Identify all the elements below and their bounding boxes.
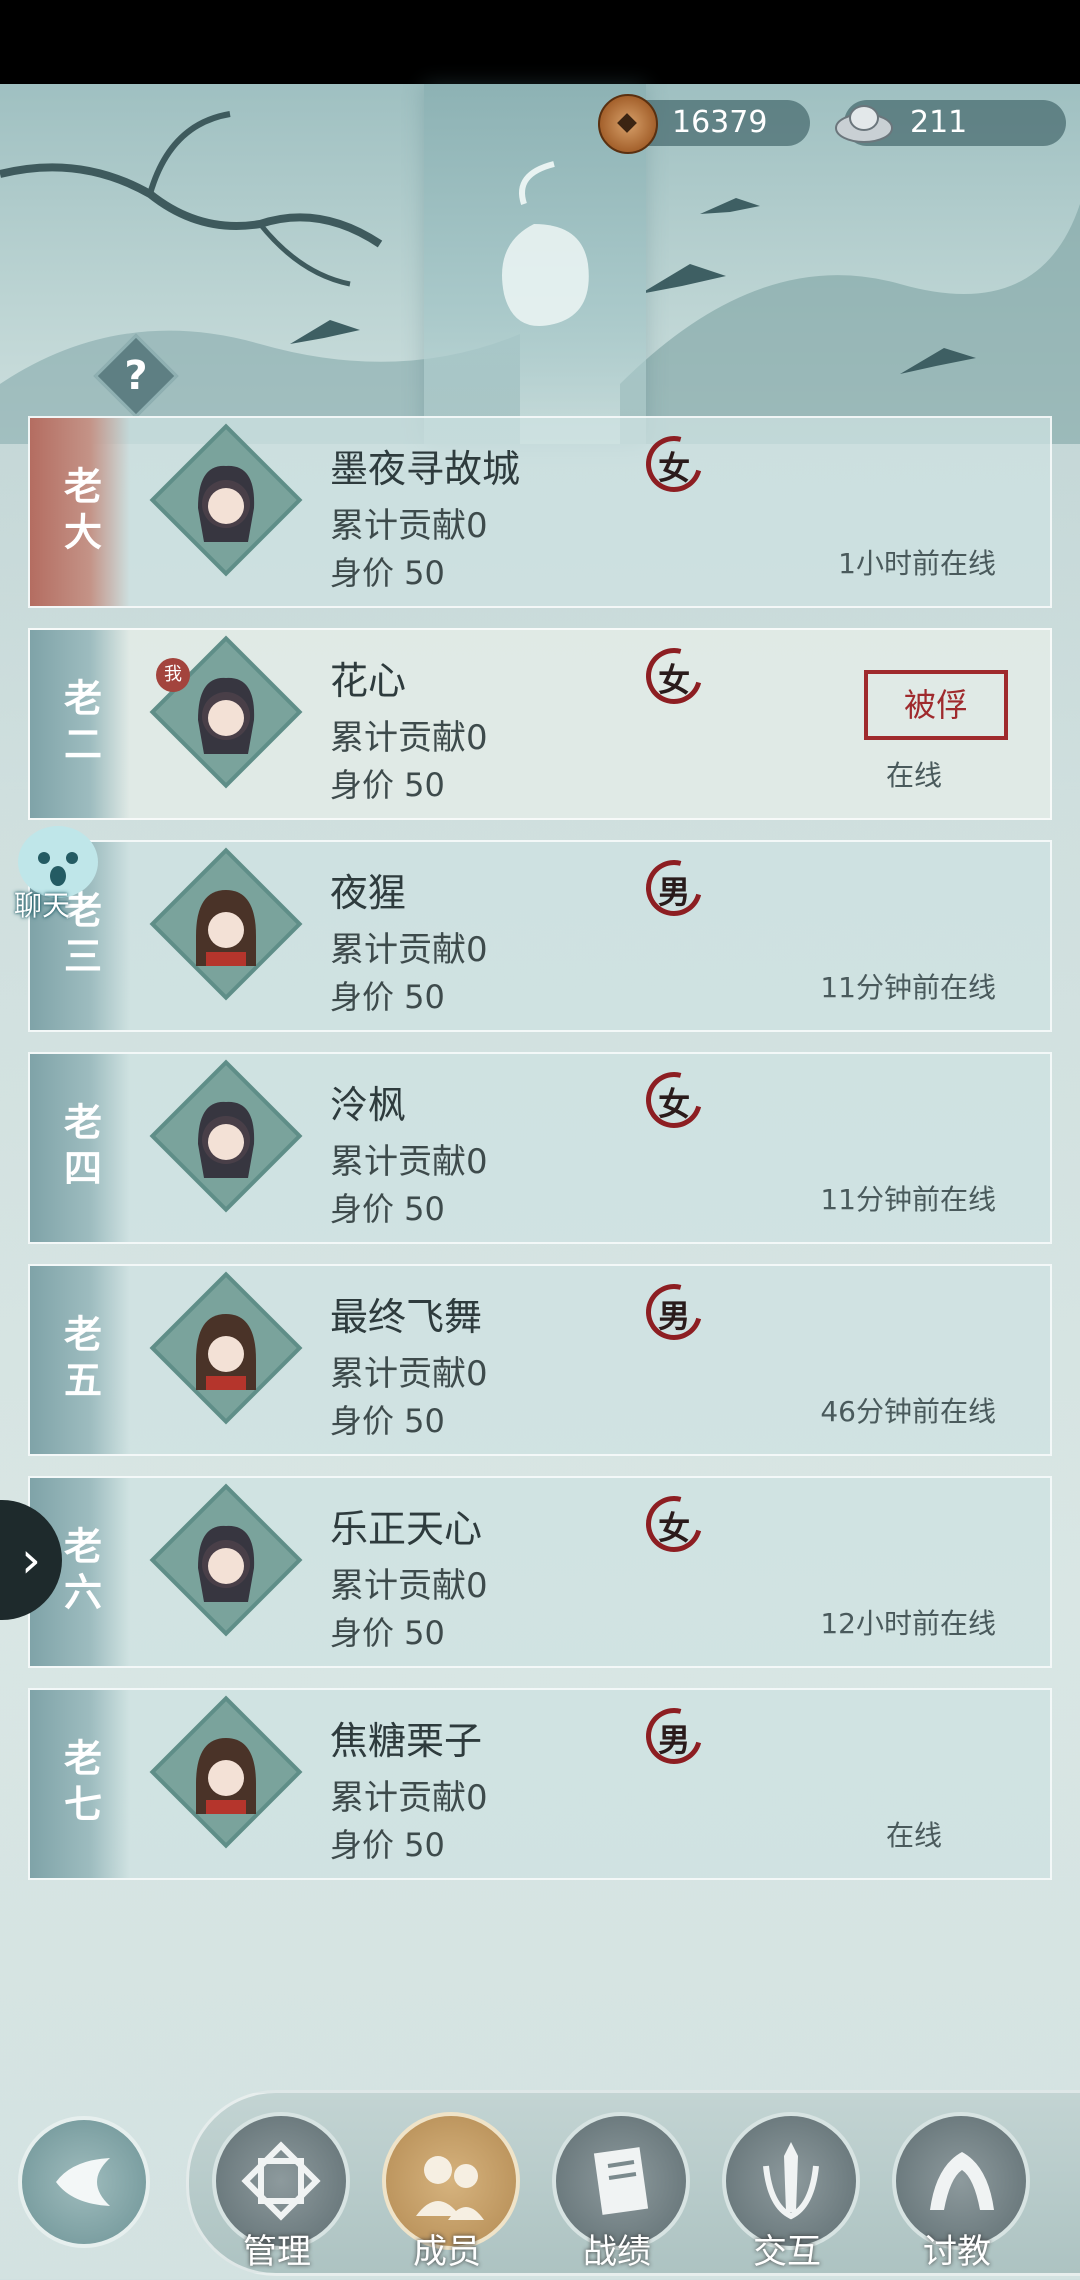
member-contribution: 累计贡献0 [330,1778,488,1818]
member-price: 身价 50 [330,1402,445,1440]
nav-members-label: 成员 [413,2232,481,2272]
rank-label: 老二 [30,630,130,818]
online-status: 11分钟前在线 [820,1183,996,1216]
online-status: 1小时前在线 [838,547,996,580]
silver-ingot-icon [835,105,893,143]
member-name: 泠枫 [330,1083,407,1127]
chat-label[interactable]: 聊天 [14,884,70,924]
silver-value: 211 [910,105,968,140]
member-card[interactable]: 老五 最终飞舞 累计贡献0 身价 50 男 46分钟前在线 [28,1264,1052,1456]
member-name: 最终飞舞 [330,1295,483,1339]
member-name: 花心 [330,659,407,703]
member-card[interactable]: 老二 我 花心 累计贡献0 身价 50 女 被俘 在线 [28,628,1052,820]
member-name: 乐正天心 [330,1507,483,1551]
back-button[interactable] [18,2116,150,2248]
member-card[interactable]: 老六 乐正天心 累计贡献0 身价 50 女 12小时前在线 [28,1476,1052,1668]
member-price: 身价 50 [330,766,445,804]
copper-coin-value: 16379 [672,105,768,140]
online-status: 46分钟前在线 [820,1395,996,1428]
member-card[interactable]: 老三 夜猩 累计贡献0 身价 50 男 11分钟前在线 [28,840,1052,1032]
member-contribution: 累计贡献0 [330,930,488,970]
avatar [149,423,303,577]
member-price: 身价 50 [330,1614,445,1652]
member-card[interactable]: 老四 泠枫 累计贡献0 身价 50 女 11分钟前在线 [28,1052,1052,1244]
nav-record-label: 战绩 [583,2232,651,2272]
back-arrow-icon [56,2158,110,2206]
avatar [149,1483,303,1637]
member-card[interactable]: 老大 墨夜寻故城 累计贡献0 身价 50 女 1小时前在线 [28,416,1052,608]
rank-label: 老大 [30,418,130,606]
copper-coin-counter: 16379 [598,94,810,154]
captive-stamp: 被俘 [864,670,1008,740]
member-name: 焦糖栗子 [330,1719,483,1763]
silver-counter: 211 [835,100,1066,146]
online-status: 11分钟前在线 [820,971,996,1004]
member-name: 墨夜寻故城 [330,447,521,491]
self-badge: 我 [156,658,190,692]
member-price: 身价 50 [330,554,445,592]
rank-label: 老七 [30,1690,130,1878]
gender-female-icon: 女 [635,1061,713,1139]
member-price: 身价 50 [330,1190,445,1228]
online-status: 在线 [885,759,942,792]
online-status: 12小时前在线 [820,1607,996,1640]
avatar [149,847,303,1001]
gender-male-icon: 男 [635,1273,713,1351]
member-price: 身价 50 [330,978,445,1016]
nav-spar-label: 讨教 [923,2232,991,2272]
nav-interact-label: 交互 [753,2232,821,2272]
gender-male-icon: 男 [635,849,713,927]
member-contribution: 累计贡献0 [330,718,488,758]
online-status: 在线 [885,1819,942,1852]
gender-male-icon: 男 [635,1697,713,1775]
gender-female-icon: 女 [635,637,713,715]
gender-female-icon: 女 [635,1485,713,1563]
rank-label: 老四 [30,1054,130,1242]
avatar [149,1695,303,1849]
avatar [149,1271,303,1425]
help-icon: ? [124,353,148,399]
gender-female-icon: 女 [635,425,713,503]
member-name: 夜猩 [330,871,407,915]
member-contribution: 累计贡献0 [330,1354,488,1394]
member-contribution: 累计贡献0 [330,506,488,546]
member-card[interactable]: 老七 焦糖栗子 累计贡献0 身价 50 男 在线 [28,1688,1052,1880]
status-bar [0,0,1080,84]
member-price: 身价 50 [330,1826,445,1864]
copper-coin-icon [598,94,658,154]
rank-label: 老五 [30,1266,130,1454]
avatar [149,1059,303,1213]
member-contribution: 累计贡献0 [330,1142,488,1182]
member-contribution: 累计贡献0 [330,1566,488,1606]
nav-manage-label: 管理 [243,2232,311,2272]
